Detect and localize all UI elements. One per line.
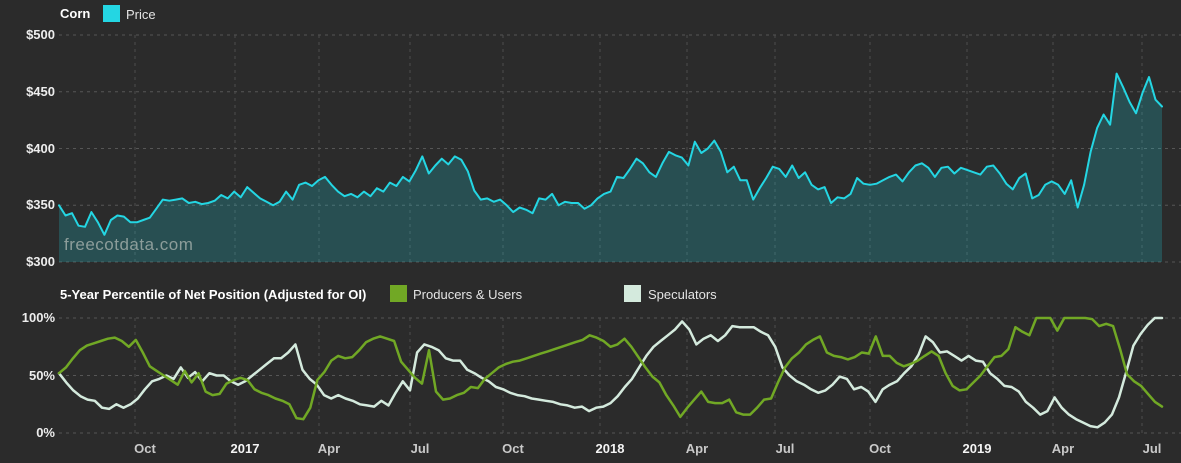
x-axis-year-label: 2017: [230, 441, 260, 456]
x-axis-month-label: Jul: [410, 441, 430, 456]
x-axis-month-label: Apr: [685, 441, 709, 456]
price-axis-label: $450: [26, 83, 55, 99]
x-axis-month-label: Apr: [317, 441, 341, 456]
charts-canvas[interactable]: [0, 0, 1181, 463]
cot-dashboard: Corn Price freecotdata.com 5-Year Percen…: [0, 0, 1181, 463]
price-legend-label: Price: [126, 7, 156, 22]
x-axis-month-label: Oct: [869, 441, 891, 456]
price-axis-label: $300: [26, 254, 55, 269]
price-axis-label: $500: [26, 27, 55, 42]
speculators-legend-swatch-icon: [624, 285, 641, 302]
x-axis-month-label: Oct: [134, 441, 156, 456]
speculators-legend-label: Speculators: [648, 287, 717, 302]
price-axis-label: $400: [26, 140, 55, 156]
percentile-axis-label: 50%: [28, 367, 55, 383]
x-axis-month-label: Apr: [1051, 441, 1075, 456]
price-area-fill: [59, 73, 1162, 262]
producers-legend-swatch-icon: [390, 285, 407, 302]
x-axis-year-label: 2019: [962, 441, 992, 456]
speculators-line[interactable]: [57, 316, 1164, 429]
x-axis-month-label: Oct: [502, 441, 524, 456]
percentile-chart-title: 5-Year Percentile of Net Position (Adjus…: [60, 287, 367, 302]
price-legend-swatch-icon: [103, 5, 120, 22]
price-axis-label: $350: [26, 197, 55, 213]
x-axis-month-label: Jul: [775, 441, 795, 456]
percentile-axis-label: 100%: [21, 310, 55, 325]
price-chart-title: Corn: [60, 6, 91, 21]
x-axis-year-label: 2018: [595, 441, 625, 456]
percentile-axis-label: 0%: [36, 425, 55, 440]
producers-legend-label: Producers & Users: [413, 287, 523, 302]
watermark: freecotdata.com: [64, 235, 194, 254]
x-axis-month-label: Jul: [1142, 441, 1162, 456]
